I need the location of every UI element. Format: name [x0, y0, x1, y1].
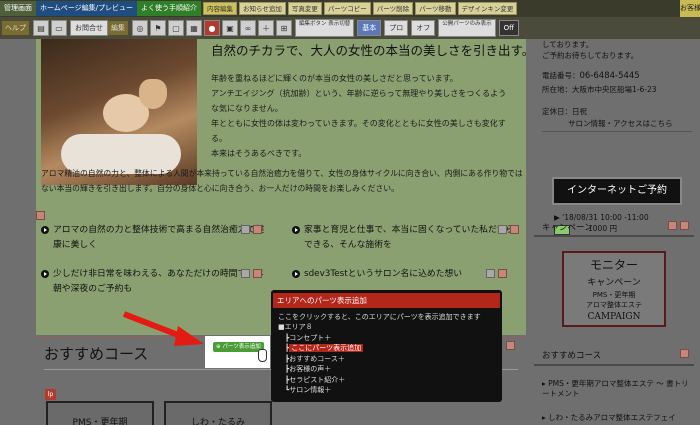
image-icon[interactable]: ▣ [222, 20, 238, 36]
tree-item-highlight[interactable]: ┣ ここにパーツ表示追加 [271, 343, 502, 354]
edit-pencil-icon[interactable] [36, 211, 45, 220]
concept-paragraph: アンチエイジング（抗加齢）という、年齢に逆らって無理やり美しさをつくるような気に… [211, 89, 507, 113]
feature-item: アロマの自然の力と整体技術で高まる自然治癒力で健康に美しく [41, 223, 269, 253]
play-bullet-icon [41, 226, 49, 234]
link-icon[interactable]: ∞ [240, 20, 256, 36]
course-card-wrinkle[interactable]: しわ・たるみ [164, 401, 272, 425]
change-photo-button[interactable]: 写真変更 [287, 2, 322, 15]
public-parts-only-button[interactable]: 公開パーツのみ表示 [438, 19, 496, 37]
edit-pencil-icon[interactable] [253, 225, 262, 234]
layout-icon[interactable]: ▦ [186, 20, 202, 36]
top-toolbar: 管理画面 ホームページ編集/プレビュー よく使う手順紹介 内容編集 お知らせ追加… [0, 0, 700, 17]
left-gutter [0, 39, 36, 425]
add-box-icon[interactable]: ＋ [258, 20, 274, 36]
sub-toolbar: ヘルプ ▤ ▭ お問合せ 編集 ◎ ⚑ ▢ ▦ ● ▣ ∞ ＋ ⊞ 編集ボタン … [0, 17, 700, 39]
red-arrow-annotation [122, 311, 204, 346]
basic-mode-button[interactable]: 基本 [357, 20, 382, 36]
tooltip-header: エリアへのパーツ表示追加 [273, 293, 500, 308]
concept-wide-text: アロマ精油の自然の力と、整体による人間が本来持っている自然治癒力を借りて、女性の… [41, 169, 523, 193]
internet-booking-button[interactable]: インターネットご予約 [552, 177, 682, 205]
copy-icon[interactable] [498, 225, 507, 234]
closed-row: 定休日：日祝 [542, 107, 587, 116]
move-part-button[interactable]: パーツ移動 [415, 2, 456, 15]
sidebar-intro: ご予約お待ちしております。 [542, 51, 639, 60]
flag-icon[interactable]: ⚑ [150, 20, 166, 36]
edit-pencil-icon[interactable] [680, 221, 689, 230]
right-sidebar: しております。 ご予約お待ちしております。 電話番号：06-6484-5445 … [528, 39, 700, 425]
massage-photo [41, 39, 197, 185]
tree-item: ┗サロン情報＋ [285, 386, 332, 394]
copy-icon[interactable] [241, 225, 250, 234]
pro-mode-button[interactable]: プロ [384, 20, 409, 36]
edit-button-toggle[interactable]: 編集ボタン 表示切替 [295, 19, 355, 37]
off-toggle[interactable]: Off [498, 20, 519, 36]
content-edit-button[interactable]: 内容編集 [203, 2, 238, 15]
divider [534, 364, 694, 366]
campaign-header: キャンペーン [542, 223, 593, 233]
tree-item: ┣コンセプト＋ [285, 333, 332, 342]
edit-pencil-icon[interactable] [253, 269, 262, 278]
edit-label: 編集 [108, 21, 128, 35]
tree-item: ┣おすすめコース＋ [285, 354, 345, 363]
grid-icon[interactable]: ⊞ [276, 20, 292, 36]
edit-pencil-icon[interactable] [506, 341, 515, 350]
copy-icon[interactable] [486, 269, 495, 278]
edit-pencil-icon[interactable] [498, 269, 507, 278]
course-card-pms[interactable]: PMS・更年期 [46, 401, 154, 425]
recommend-sidebar-header: おすすめコース [542, 351, 602, 361]
copy-part-button[interactable]: パーツコピー [323, 2, 371, 15]
circle-icon[interactable]: ● [204, 20, 220, 36]
feature-item: 少しだけ非日常を味わえる、あなただけの時間で、早朝や深夜のご予約も [41, 267, 269, 297]
hand-cursor-icon [258, 349, 267, 362]
target-icon[interactable]: ◎ [132, 20, 148, 36]
frequent-tab[interactable]: よく使う手順紹介 [137, 1, 202, 16]
off-mode-button[interactable]: オフ [411, 20, 436, 36]
concept-paragraph: 本来はそうあるべきです。 [211, 149, 307, 158]
play-bullet-icon [292, 270, 300, 278]
guest-id[interactable]: お客様ID [680, 0, 700, 17]
tree-root: ■エリア８ [278, 323, 313, 331]
phone-row: 電話番号：06-6484-5445 [542, 71, 640, 81]
design-change-button[interactable]: デザインキン変更 [457, 2, 518, 15]
divider [534, 235, 694, 237]
tree-item: ┣お客様の声＋ [285, 365, 332, 373]
feature-item: 家事と育児と仕事で、本当に固くなっていた私だからできる、そんな施術を [292, 223, 522, 253]
sidebar-intro: しております。 [542, 40, 594, 49]
book-icon[interactable]: ▤ [33, 20, 49, 36]
edit-pencil-icon[interactable] [510, 225, 519, 234]
add-part-tooltip: エリアへのパーツ表示追加 ここをクリックすると、このエリアにパーツを表示追加でき… [271, 290, 502, 402]
tooltip-description: ここをクリックすると、このエリアにパーツを表示追加できます [278, 313, 481, 321]
help-label[interactable]: ヘルプ [2, 21, 29, 35]
copy-icon[interactable] [241, 269, 250, 278]
home-edit-tab[interactable]: ホームページ編集/プレビュー [36, 1, 138, 16]
tree-item: ┣セラピスト紹介＋ [285, 375, 346, 384]
address-row: 所在地：大阪市中央区船場1-6-23 [542, 85, 657, 94]
contact-button[interactable]: お問合せ [70, 20, 108, 36]
divider [542, 131, 692, 132]
concept-paragraph: 年とともに女性の体は変わっていきます。その変化とともに女性の美しさも変化する。 [211, 119, 506, 143]
play-bullet-icon [292, 226, 300, 234]
concept-paragraph: 年齢を重ねるほどに輝くのが本当の女性の美しさだと思っています。 [211, 74, 458, 83]
add-part-label[interactable]: ⊕ パーツ表示追加 [213, 342, 264, 352]
recommend-list-item[interactable]: ▸ PMS・更年期アロマ整体エステ ～ 書トリートメント [542, 379, 692, 399]
delete-part-button[interactable]: パーツ削除 [372, 2, 414, 15]
recommend-list-item[interactable]: ▸ しわ・たるみアロマ整体エステフェイ [542, 413, 692, 423]
page-icon[interactable]: ▢ [168, 20, 184, 36]
play-bullet-icon [41, 270, 49, 278]
lp-icon[interactable]: lp [45, 389, 56, 400]
concept-headline: 自然のチカラで、大人の女性の本当の美しさを引き出す。 [211, 43, 535, 58]
salon-info-link[interactable]: サロン情報・アクセスはこちら [568, 118, 673, 129]
add-news-button[interactable]: お知らせ追加 [239, 2, 286, 15]
monitor-icon[interactable]: ▭ [51, 20, 67, 36]
copy-icon[interactable] [668, 221, 677, 230]
admin-tab[interactable]: 管理画面 [0, 1, 36, 16]
campaign-banner[interactable]: モニター キャンペーン PMS・更年期 アロマ整体エステ CAMPAIGN [562, 251, 666, 327]
edit-pencil-icon[interactable] [680, 349, 689, 358]
